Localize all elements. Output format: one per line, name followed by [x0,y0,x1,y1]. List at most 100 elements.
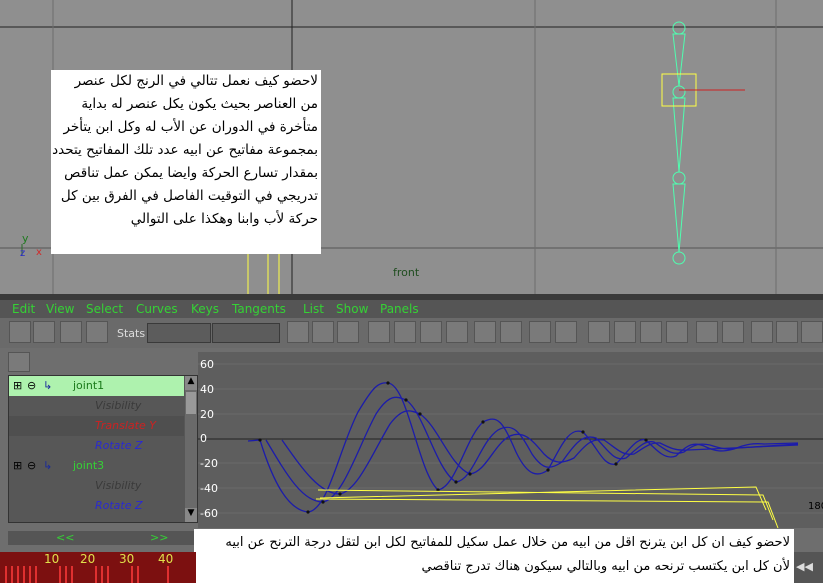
outliner-hscroll[interactable]: << >> [8,531,196,545]
break-tangents-icon[interactable] [588,321,610,343]
free-tangent-weight-icon[interactable] [640,321,662,343]
note-line: بمجموعة مفاتيح عن ابيه عدد تلك المفاتيح … [52,142,318,158]
y-tick-label: 60 [200,358,214,371]
outliner-item-label: Visibility [95,399,142,412]
insert-key-tool-icon[interactable] [33,321,55,343]
y-tick-label: -40 [200,482,218,495]
step-back-icon[interactable]: ◀◀ [796,560,813,573]
expand-icon[interactable]: ⊞ [13,379,22,392]
outliner-node-joint1[interactable]: ⊞ ⊖ ↳ joint1 [9,376,184,396]
note-line: لأن كل ابن يكتسب ترنحه من ابيه وبالتالي … [421,559,790,574]
time-slider[interactable]: 10 20 30 40 [0,552,196,583]
scroll-up-icon[interactable]: ▲ [185,376,197,390]
plateau-tangent-icon[interactable] [500,321,522,343]
outliner-item-label: joint3 [73,459,105,472]
outliner-attr-rotate-z[interactable]: Rotate Z [9,436,184,456]
timeline-tick-label: 40 [158,552,174,566]
lattice-deform-icon[interactable] [86,321,108,343]
outliner-item-label: Rotate Z [95,439,143,452]
graph-outliner[interactable]: ⊞ ⊖ ↳ joint1 Visibility Translate Y Rota… [8,375,198,523]
menu-panels[interactable]: Panels [380,302,419,316]
key-markers [258,381,648,514]
scroll-down-icon[interactable]: ▼ [185,508,197,522]
front-viewport[interactable]: y z x front لاحضو كيف نعمل تتالي في الرن… [0,0,823,294]
menu-edit[interactable]: Edit [12,302,35,316]
add-key-tool-icon[interactable] [60,321,82,343]
expand-icon[interactable]: ⊞ [13,459,22,472]
x-tick-label: 180 [808,501,823,512]
outliner-attr-rotate-z[interactable]: Rotate Z [9,496,184,516]
annotation-note-top: لاحضو كيف نعمل تتالي في الرنج لكل عنصر م… [51,70,321,254]
menu-tangents[interactable]: Tangents [232,302,286,316]
note-line: حركة لأب وابنا وهكذا على التوالي [130,211,318,227]
menu-view[interactable]: View [46,302,74,316]
collapse-icon[interactable]: ⊖ [27,459,36,472]
note-line: لاحضو كيف نعمل تتالي في الرنج لكل عنصر [74,73,318,89]
spline-tangent-icon[interactable] [368,321,390,343]
value-snap-icon[interactable] [776,321,798,343]
stats-label: Stats [117,327,146,340]
dope-sheet-icon[interactable] [801,321,823,343]
menu-list[interactable]: List [303,302,324,316]
joint-chain [672,21,686,265]
outliner-item-label: Visibility [95,479,142,492]
outliner-item-label: Translate Y [95,419,156,432]
unify-tangents-icon[interactable] [614,321,636,343]
move-key-tool-icon[interactable] [9,321,31,343]
y-tick-label: -60 [200,507,218,520]
stats-field-1[interactable] [147,323,211,343]
outliner-item-label: Rotate Z [95,499,143,512]
note-line: بمقدار تسارع الحركة وايضا يمكن عمل تناقص [64,165,318,181]
menu-keys[interactable]: Keys [191,302,219,316]
timeline-tick-label: 30 [119,552,135,566]
y-tick-label: 0 [200,432,207,445]
outliner-attr-visibility[interactable]: Visibility [9,396,184,416]
y-tick-label: -20 [200,457,218,470]
scroll-left-button[interactable]: << [56,531,74,544]
stats-field-2[interactable] [212,323,280,343]
timeline-tick-label: 10 [44,552,60,566]
note-line: متأخرة في الدوران عن الأب له وكل ابن يتأ… [63,119,318,135]
outliner-filter-icon[interactable] [8,352,30,372]
collapse-icon[interactable]: ⊖ [27,379,36,392]
joint-icon: ↳ [43,459,53,472]
axis-x-label: x [36,247,42,258]
swap-buffer-icon[interactable] [555,321,577,343]
curve-graph[interactable]: 180 [198,352,823,528]
outliner-node-joint3[interactable]: ⊞ ⊖ ↳ joint3 [9,456,184,476]
view-label: front [393,266,420,279]
outliner-item-label: joint1 [73,379,105,392]
curve-plot [198,363,823,528]
outliner-scrollbar[interactable]: ▲ ▼ [185,376,197,522]
step-tangent-icon[interactable] [474,321,496,343]
joint-icon: ↳ [43,379,53,392]
axis-y-label: y [22,232,29,245]
playback-controls[interactable]: ◀◀ [794,552,823,583]
note-line: تدريجي في التوقيت الفاصل في الفرق بين كل [60,188,318,204]
frame-selection-icon[interactable] [312,321,334,343]
lock-tangent-weight-icon[interactable] [666,321,688,343]
clamped-tangent-icon[interactable] [394,321,416,343]
outliner-attr-visibility[interactable]: Visibility [9,476,184,496]
graph-editor-toolbar: Stats [0,318,823,348]
linear-tangent-icon[interactable] [420,321,442,343]
menu-curves[interactable]: Curves [136,302,178,316]
scroll-right-button[interactable]: >> [150,531,168,544]
time-snap-icon[interactable] [751,321,773,343]
outliner-attr-translate-y[interactable]: Translate Y [9,416,184,436]
scroll-thumb[interactable] [186,392,196,414]
y-tick-label: 40 [200,383,214,396]
frame-playback-icon[interactable] [337,321,359,343]
axis-z-label: z [20,248,26,259]
note-line: لاحضو كيف ان كل ابن يترنح اقل من ابيه من… [225,535,790,550]
annotation-note-bottom: لاحضو كيف ان كل ابن يترنح اقل من ابيه من… [194,529,794,583]
buffer-curve-icon[interactable] [529,321,551,343]
menu-select[interactable]: Select [86,302,123,316]
load-selection-icon[interactable] [722,321,744,343]
y-tick-label: 20 [200,408,214,421]
flat-tangent-icon[interactable] [446,321,468,343]
timeline-tick-label: 20 [80,552,96,566]
frame-all-icon[interactable] [287,321,309,343]
menu-show[interactable]: Show [336,302,368,316]
auto-load-icon[interactable] [696,321,718,343]
